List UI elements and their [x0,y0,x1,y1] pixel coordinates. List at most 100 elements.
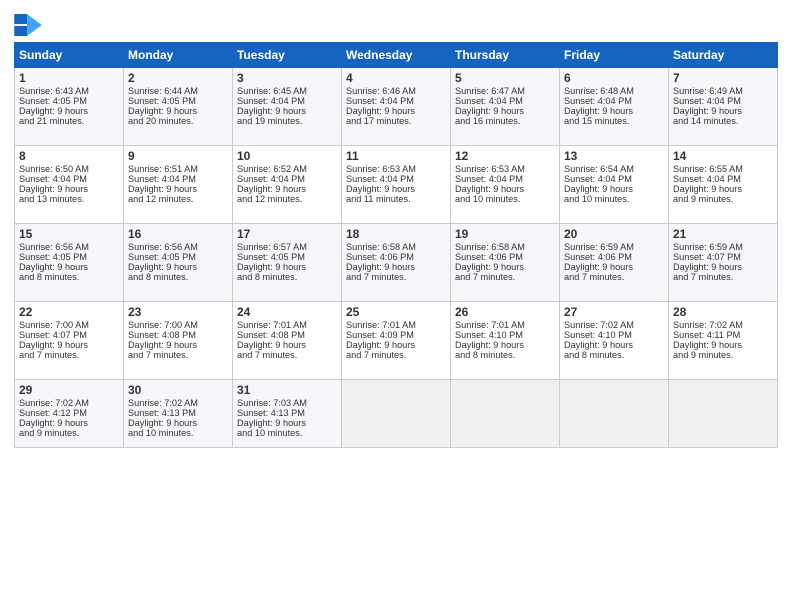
cell-line: Sunset: 4:06 PM [346,252,446,262]
cell-line: Daylight: 9 hours [19,262,119,272]
cell-line: Sunrise: 6:53 AM [346,164,446,174]
cell-line: Sunrise: 6:53 AM [455,164,555,174]
cell-line: Sunrise: 6:50 AM [19,164,119,174]
day-number: 18 [346,227,446,241]
cell-line: Daylight: 9 hours [455,262,555,272]
cell-line: Sunset: 4:13 PM [237,408,337,418]
cell-line: Daylight: 9 hours [19,106,119,116]
cell-line: Sunset: 4:04 PM [564,174,664,184]
calendar-cell: 2Sunrise: 6:44 AMSunset: 4:05 PMDaylight… [124,68,233,146]
cell-line: Daylight: 9 hours [19,184,119,194]
cell-line: Sunset: 4:06 PM [564,252,664,262]
cell-line: Daylight: 9 hours [237,106,337,116]
cell-line: Sunrise: 6:59 AM [673,242,773,252]
calendar-cell: 29Sunrise: 7:02 AMSunset: 4:12 PMDayligh… [15,380,124,448]
header-day-thursday: Thursday [451,43,560,68]
cell-line: Sunrise: 7:02 AM [564,320,664,330]
day-number: 11 [346,149,446,163]
cell-line: and 7 minutes. [128,350,228,360]
day-number: 17 [237,227,337,241]
cell-line: Daylight: 9 hours [128,262,228,272]
cell-line: and 12 minutes. [128,194,228,204]
cell-line: and 9 minutes. [19,428,119,438]
cell-line: and 9 minutes. [673,350,773,360]
cell-line: Sunrise: 6:43 AM [19,86,119,96]
cell-line: and 15 minutes. [564,116,664,126]
cell-line: Sunrise: 6:58 AM [346,242,446,252]
calendar-header-row: SundayMondayTuesdayWednesdayThursdayFrid… [15,43,778,68]
cell-line: and 7 minutes. [19,350,119,360]
cell-line: Sunset: 4:12 PM [19,408,119,418]
calendar-cell: 27Sunrise: 7:02 AMSunset: 4:10 PMDayligh… [560,302,669,380]
calendar-cell: 1Sunrise: 6:43 AMSunset: 4:05 PMDaylight… [15,68,124,146]
cell-line: Sunset: 4:10 PM [455,330,555,340]
day-number: 1 [19,71,119,85]
cell-line: and 7 minutes. [673,272,773,282]
day-number: 20 [564,227,664,241]
cell-line: Sunset: 4:05 PM [128,96,228,106]
cell-line: and 10 minutes. [237,428,337,438]
calendar-cell: 17Sunrise: 6:57 AMSunset: 4:05 PMDayligh… [233,224,342,302]
cell-line: Sunrise: 6:57 AM [237,242,337,252]
cell-line: Daylight: 9 hours [673,184,773,194]
cell-line: Sunset: 4:05 PM [19,252,119,262]
cell-line: and 12 minutes. [237,194,337,204]
cell-line: Daylight: 9 hours [673,106,773,116]
cell-line: Sunrise: 7:01 AM [455,320,555,330]
cell-line: Sunset: 4:04 PM [128,174,228,184]
header-day-tuesday: Tuesday [233,43,342,68]
calendar-cell: 28Sunrise: 7:02 AMSunset: 4:11 PMDayligh… [669,302,778,380]
cell-line: Daylight: 9 hours [455,184,555,194]
cell-line: Sunrise: 6:48 AM [564,86,664,96]
page-container: SundayMondayTuesdayWednesdayThursdayFrid… [0,0,792,456]
day-number: 24 [237,305,337,319]
logo-icon [14,14,42,36]
cell-line: Sunrise: 7:01 AM [237,320,337,330]
header [14,10,778,36]
day-number: 9 [128,149,228,163]
cell-line: Sunset: 4:08 PM [237,330,337,340]
cell-line: Sunset: 4:04 PM [673,174,773,184]
day-number: 4 [346,71,446,85]
cell-line: Sunrise: 6:55 AM [673,164,773,174]
header-day-friday: Friday [560,43,669,68]
day-number: 14 [673,149,773,163]
day-number: 19 [455,227,555,241]
cell-line: and 7 minutes. [455,272,555,282]
cell-line: Sunrise: 6:52 AM [237,164,337,174]
cell-line: Sunset: 4:09 PM [346,330,446,340]
cell-line: Daylight: 9 hours [128,418,228,428]
day-number: 2 [128,71,228,85]
cell-line: Daylight: 9 hours [237,418,337,428]
calendar-cell: 25Sunrise: 7:01 AMSunset: 4:09 PMDayligh… [342,302,451,380]
cell-line: and 16 minutes. [455,116,555,126]
cell-line: Sunset: 4:08 PM [128,330,228,340]
cell-line: Sunrise: 6:45 AM [237,86,337,96]
logo [14,14,44,36]
calendar-cell: 14Sunrise: 6:55 AMSunset: 4:04 PMDayligh… [669,146,778,224]
day-number: 26 [455,305,555,319]
day-number: 28 [673,305,773,319]
cell-line: Daylight: 9 hours [346,106,446,116]
header-day-monday: Monday [124,43,233,68]
cell-line: Daylight: 9 hours [346,184,446,194]
cell-line: Sunset: 4:07 PM [19,330,119,340]
calendar-cell: 12Sunrise: 6:53 AMSunset: 4:04 PMDayligh… [451,146,560,224]
cell-line: Sunrise: 6:54 AM [564,164,664,174]
cell-line: Daylight: 9 hours [237,184,337,194]
day-number: 29 [19,383,119,397]
cell-line: Daylight: 9 hours [128,106,228,116]
cell-line: Daylight: 9 hours [564,184,664,194]
cell-line: and 9 minutes. [673,194,773,204]
cell-line: and 11 minutes. [346,194,446,204]
calendar-cell [451,380,560,448]
cell-line: Daylight: 9 hours [455,340,555,350]
cell-line: and 7 minutes. [237,350,337,360]
cell-line: Sunrise: 6:51 AM [128,164,228,174]
cell-line: and 10 minutes. [564,194,664,204]
cell-line: Sunrise: 7:00 AM [19,320,119,330]
cell-line: Sunrise: 6:46 AM [346,86,446,96]
calendar-cell: 19Sunrise: 6:58 AMSunset: 4:06 PMDayligh… [451,224,560,302]
cell-line: Sunset: 4:11 PM [673,330,773,340]
cell-line: Sunset: 4:05 PM [237,252,337,262]
